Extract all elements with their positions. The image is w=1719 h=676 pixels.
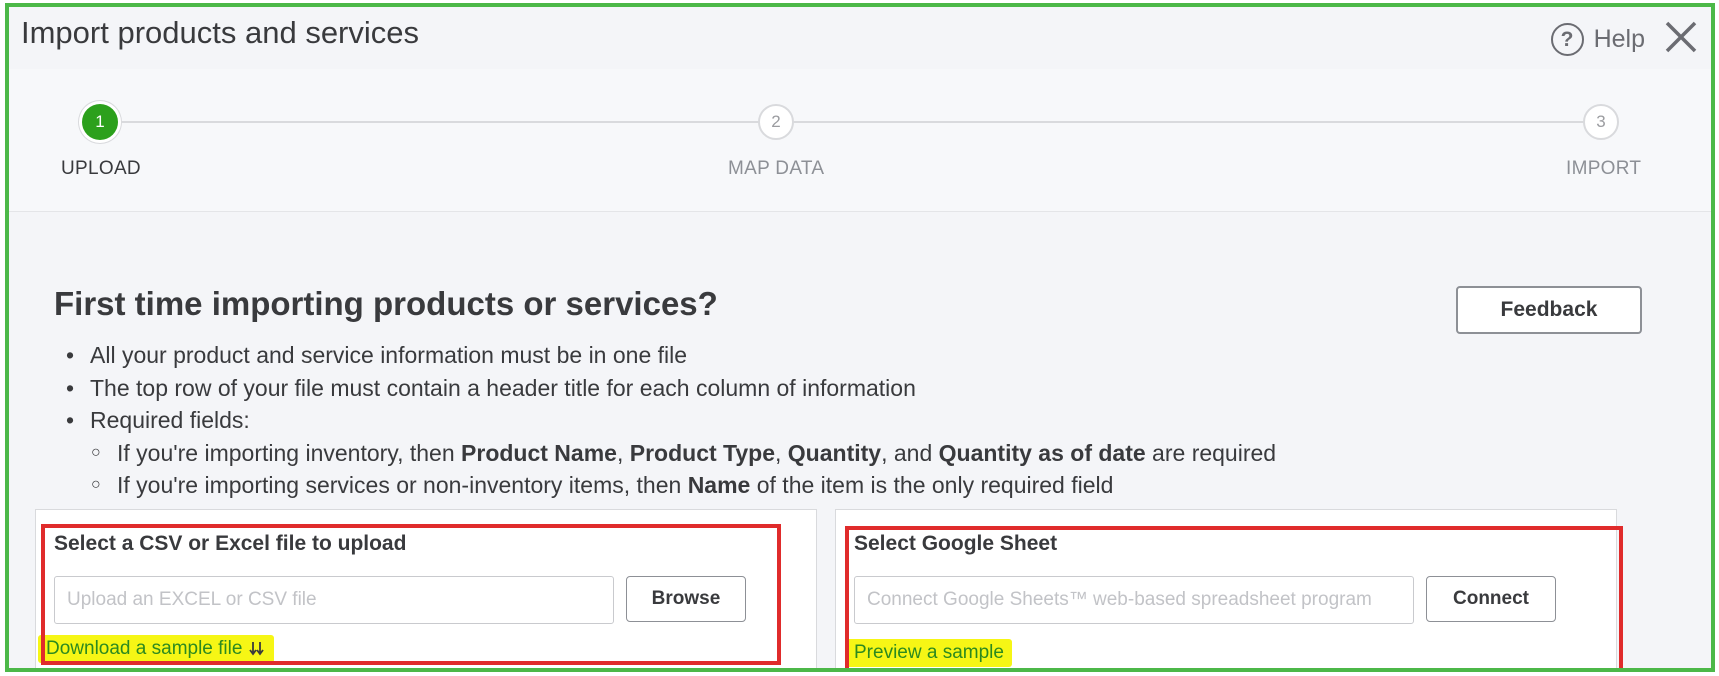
close-icon [1665, 21, 1697, 53]
sub-list-item-inventory: If you're importing inventory, then Prod… [54, 437, 1276, 470]
close-button[interactable] [1659, 15, 1703, 59]
list-item: The top row of your file must contain a … [54, 372, 1276, 405]
step-import-marker: 3 [1583, 104, 1619, 140]
step-upload-label: UPLOAD [61, 158, 141, 179]
list-item: Required fields: [54, 404, 1276, 437]
list-item: All your product and service information… [54, 339, 1276, 372]
step-map-data-label: MAP DATA [728, 158, 825, 179]
annotation-box-google [845, 526, 1623, 668]
step-upload-marker: 1 [82, 104, 118, 140]
page-heading: First time importing products or service… [54, 285, 718, 322]
help-button[interactable]: ? Help [1550, 23, 1645, 56]
stepper-track [104, 121, 1601, 123]
help-icon: ? [1550, 23, 1584, 56]
upload-content: First time importing products or service… [9, 213, 1711, 668]
progress-stepper: 1 UPLOAD 2 MAP DATA 3 IMPORT [9, 69, 1711, 212]
annotation-box-upload [41, 524, 781, 665]
step-import-label: IMPORT [1566, 158, 1642, 179]
dialog-header: Import products and services ? Help [9, 7, 1711, 69]
sub-list-item-services: If you're importing services or non-inve… [54, 469, 1276, 502]
feedback-button[interactable]: Feedback [1456, 286, 1642, 334]
help-label: Help [1593, 25, 1645, 53]
dialog-title: Import products and services [21, 15, 420, 50]
requirements-list: All your product and service information… [54, 339, 1276, 502]
import-dialog: Import products and services ? Help 1 UP… [5, 3, 1715, 672]
step-map-data-marker: 2 [758, 104, 794, 140]
